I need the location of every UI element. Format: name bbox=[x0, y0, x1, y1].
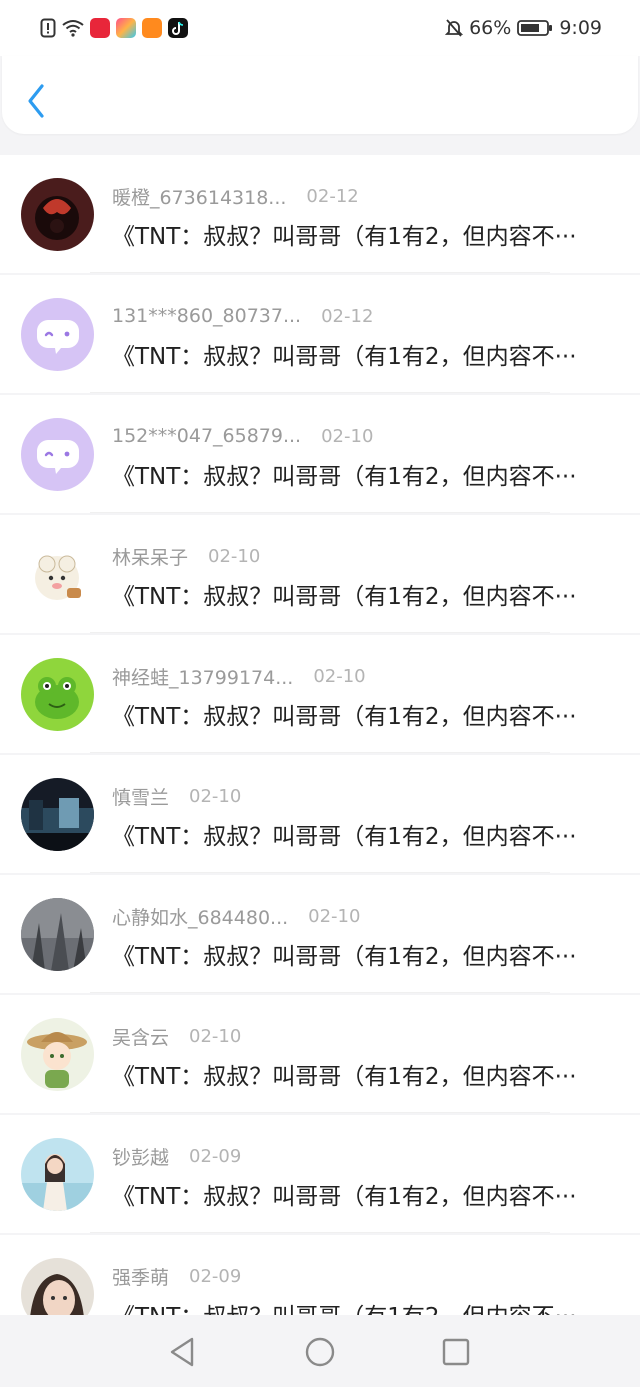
message-meta: 慎雪兰 02-10 bbox=[112, 783, 241, 809]
username: 152***047_65879... bbox=[112, 425, 302, 447]
username: 慎雪兰 bbox=[112, 786, 170, 809]
list-item[interactable]: 心静如水_684480... 02-10 《TNT：叔叔？叫哥哥（有1有2，但内… bbox=[0, 875, 640, 993]
chevron-left-icon bbox=[28, 84, 44, 118]
username: 钞彭越 bbox=[112, 1146, 170, 1169]
message-preview: 《TNT：叔叔？叫哥哥（有1有2，但内容不··· bbox=[112, 944, 577, 970]
avatar bbox=[21, 1138, 94, 1211]
username: 神经蛙_13799174... bbox=[112, 666, 294, 689]
username: 暖橙_673614318... bbox=[112, 186, 287, 209]
divider bbox=[90, 1232, 550, 1233]
avatar bbox=[21, 778, 94, 851]
message-preview: 《TNT：叔叔？叫哥哥（有1有2，但内容不··· bbox=[112, 1184, 577, 1210]
avatar bbox=[21, 178, 94, 251]
username: 林呆呆子 bbox=[112, 546, 189, 569]
message-date: 02-10 bbox=[189, 1025, 242, 1047]
nav-home-button[interactable] bbox=[303, 1335, 337, 1369]
message-meta: 强季萌 02-09 bbox=[112, 1263, 241, 1289]
divider bbox=[90, 392, 550, 393]
divider bbox=[90, 512, 550, 513]
message-list[interactable]: 暖橙_673614318... 02-12 《TNT：叔叔？叫哥哥（有1有2，但… bbox=[0, 155, 640, 1315]
message-meta: 131***860_80737... 02-12 bbox=[112, 303, 373, 329]
app-icon-orange bbox=[142, 18, 162, 38]
list-item[interactable]: 131***860_80737... 02-12 《TNT：叔叔？叫哥哥（有1有… bbox=[0, 275, 640, 393]
home-circle-icon bbox=[305, 1337, 335, 1367]
message-date: 02-10 bbox=[208, 545, 261, 567]
status-icons-left bbox=[40, 14, 188, 42]
list-item[interactable]: 林呆呆子 02-10 《TNT：叔叔？叫哥哥（有1有2，但内容不··· bbox=[0, 515, 640, 633]
message-date: 02-10 bbox=[313, 665, 366, 687]
list-item[interactable]: 吴含云 02-10 《TNT：叔叔？叫哥哥（有1有2，但内容不··· bbox=[0, 995, 640, 1113]
message-date: 02-09 bbox=[189, 1145, 242, 1167]
message-meta: 神经蛙_13799174... 02-10 bbox=[112, 663, 366, 689]
clock: 9:09 bbox=[559, 17, 602, 39]
message-meta: 心静如水_684480... 02-10 bbox=[112, 903, 360, 929]
avatar bbox=[21, 418, 94, 491]
nav-back-button[interactable] bbox=[166, 1335, 200, 1369]
message-preview: 《TNT：叔叔？叫哥哥（有1有2，但内容不··· bbox=[112, 584, 577, 610]
message-preview: 《TNT：叔叔？叫哥哥（有1有2，但内容不··· bbox=[112, 824, 577, 850]
message-preview: 《TNT：叔叔？叫哥哥（有1有2，但内容不··· bbox=[112, 704, 577, 730]
username: 131***860_80737... bbox=[112, 305, 302, 327]
avatar bbox=[21, 658, 94, 731]
system-nav-bar bbox=[0, 1315, 640, 1387]
message-date: 02-10 bbox=[321, 425, 374, 447]
list-item[interactable]: 钞彭越 02-09 《TNT：叔叔？叫哥哥（有1有2，但内容不··· bbox=[0, 1115, 640, 1233]
list-item[interactable]: 152***047_65879... 02-10 《TNT：叔叔？叫哥哥（有1有… bbox=[0, 395, 640, 513]
list-item[interactable]: 暖橙_673614318... 02-12 《TNT：叔叔？叫哥哥（有1有2，但… bbox=[0, 155, 640, 273]
nav-recents-button[interactable] bbox=[439, 1335, 473, 1369]
message-preview: 《TNT：叔叔？叫哥哥（有1有2，但内容不··· bbox=[112, 344, 577, 370]
avatar bbox=[21, 898, 94, 971]
divider bbox=[90, 752, 550, 753]
message-meta: 吴含云 02-10 bbox=[112, 1023, 241, 1049]
status-bar: 66% 9:09 bbox=[0, 0, 640, 56]
username: 心静如水_684480... bbox=[112, 906, 289, 929]
header bbox=[2, 56, 638, 134]
avatar bbox=[21, 1018, 94, 1091]
status-icons-right: 66% 9:09 bbox=[445, 14, 602, 42]
username: 强季萌 bbox=[112, 1266, 170, 1289]
app-icon-red bbox=[90, 18, 110, 38]
back-button[interactable] bbox=[20, 80, 54, 122]
message-date: 02-10 bbox=[308, 905, 361, 927]
divider bbox=[90, 632, 550, 633]
message-date: 02-12 bbox=[321, 305, 374, 327]
battery-percent: 66% bbox=[469, 17, 512, 39]
list-item[interactable]: 强季萌 02-09 《TNT：叔叔？叫哥哥（有1有2，但内容不··· bbox=[0, 1235, 640, 1315]
list-item[interactable]: 神经蛙_13799174... 02-10 《TNT：叔叔？叫哥哥（有1有2，但… bbox=[0, 635, 640, 753]
avatar bbox=[21, 538, 94, 611]
list-item[interactable]: 慎雪兰 02-10 《TNT：叔叔？叫哥哥（有1有2，但内容不··· bbox=[0, 755, 640, 873]
divider bbox=[90, 1112, 550, 1113]
message-meta: 林呆呆子 02-10 bbox=[112, 543, 260, 569]
divider bbox=[90, 872, 550, 873]
avatar bbox=[21, 298, 94, 371]
app-icon-gradient bbox=[116, 18, 136, 38]
message-meta: 暖橙_673614318... 02-12 bbox=[112, 183, 359, 209]
alert-icon bbox=[40, 18, 56, 38]
message-date: 02-09 bbox=[189, 1265, 242, 1287]
message-date: 02-10 bbox=[189, 785, 242, 807]
recents-square-icon bbox=[442, 1338, 470, 1366]
message-preview: 《TNT：叔叔？叫哥哥（有1有2，但内容不··· bbox=[112, 1064, 577, 1090]
message-preview: 《TNT：叔叔？叫哥哥（有1有2，但内容不··· bbox=[112, 464, 577, 490]
username: 吴含云 bbox=[112, 1026, 170, 1049]
message-meta: 钞彭越 02-09 bbox=[112, 1143, 241, 1169]
battery-icon bbox=[517, 20, 553, 36]
tiktok-icon bbox=[168, 18, 188, 38]
message-preview: 《TNT：叔叔？叫哥哥（有1有2，但内容不··· bbox=[112, 1297, 612, 1315]
avatar bbox=[21, 1258, 94, 1315]
message-date: 02-12 bbox=[306, 185, 359, 207]
divider bbox=[90, 992, 550, 993]
message-preview: 《TNT：叔叔？叫哥哥（有1有2，但内容不··· bbox=[112, 224, 577, 250]
message-meta: 152***047_65879... 02-10 bbox=[112, 423, 373, 449]
wifi-icon bbox=[62, 20, 84, 37]
divider bbox=[90, 272, 550, 273]
back-triangle-icon bbox=[170, 1337, 194, 1367]
bell-off-icon bbox=[445, 19, 464, 37]
